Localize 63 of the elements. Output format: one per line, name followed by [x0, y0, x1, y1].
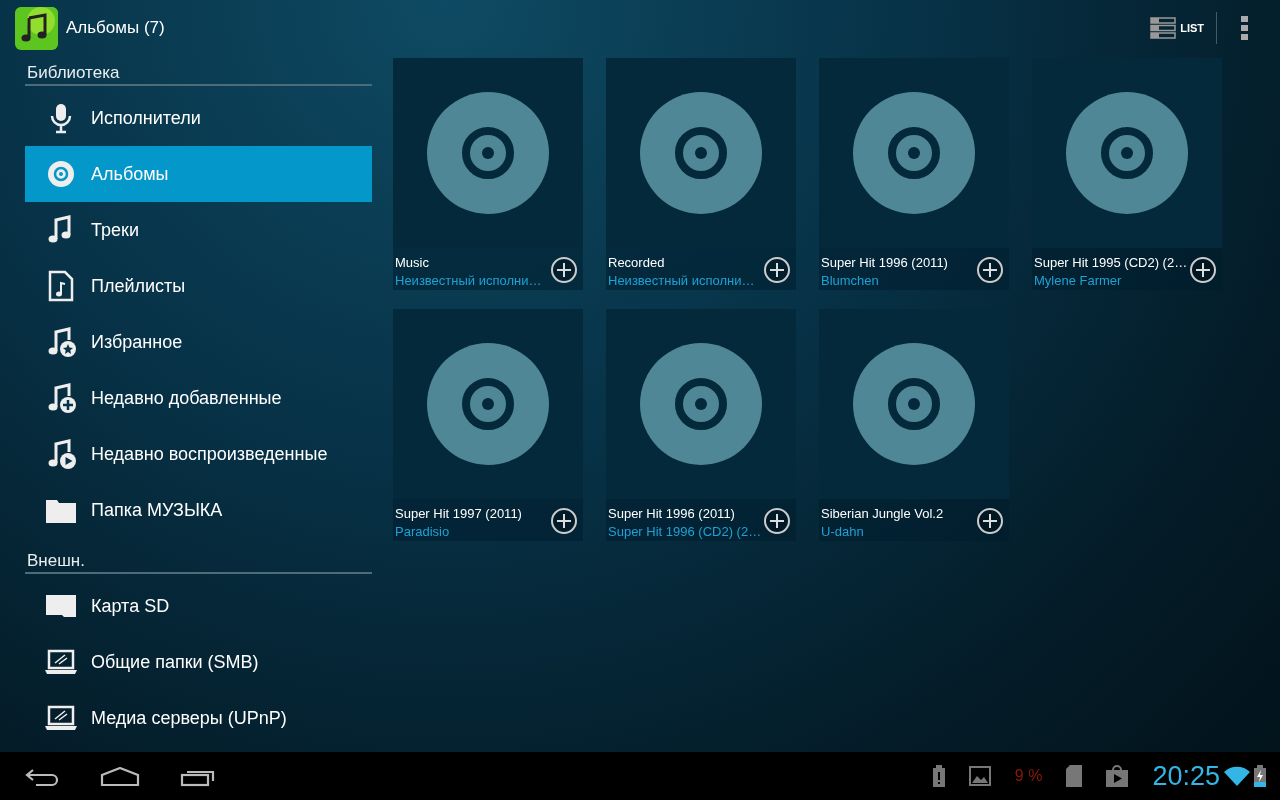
list-icon: [1150, 17, 1177, 39]
sidebar-item[interactable]: Исполнители: [25, 90, 372, 146]
screen-title: Альбомы (7): [66, 17, 165, 40]
sidebar-item[interactable]: Избранное: [25, 314, 372, 370]
disc-icon: [852, 91, 976, 215]
sidebar-item[interactable]: Медиа серверы (UPnP): [25, 690, 372, 746]
album-tile[interactable]: Super Hit 1996 (2011) Super Hit 1996 (CD2) (2…: [606, 309, 796, 541]
album-title: Super Hit 1996 (2011): [608, 505, 735, 523]
disc-icon: [1065, 91, 1189, 215]
album-tile[interactable]: Super Hit 1995 (CD2) (2… Mylene Farmer: [1032, 58, 1222, 290]
home-icon: [100, 766, 140, 787]
disc-icon: [852, 342, 976, 466]
disc-icon: [45, 158, 77, 190]
app-icon[interactable]: [15, 6, 58, 50]
sidebar-item[interactable]: Папка МУЗЫКА: [25, 482, 372, 538]
album-tile[interactable]: Music Неизвестный исполни…: [393, 58, 583, 290]
album-tile[interactable]: Super Hit 1997 (2011) Paradisio: [393, 309, 583, 541]
album-tile[interactable]: Siberian Jungle Vol.2 U-dahn: [819, 309, 1009, 541]
sidebar-item[interactable]: Общие папки (SMB): [25, 634, 372, 690]
play-store-icon[interactable]: [1106, 765, 1129, 787]
album-tile[interactable]: Super Hit 1996 (2011) Blumchen: [819, 58, 1009, 290]
disc-icon: [426, 342, 550, 466]
album-title: Super Hit 1996 (2011): [821, 254, 948, 272]
clock-time: 20:25: [1152, 759, 1220, 793]
wifi-icon[interactable]: [1224, 766, 1250, 786]
album-artist: Mylene Farmer: [1034, 272, 1122, 290]
add-button[interactable]: [551, 257, 577, 283]
battery-charging-icon[interactable]: [1254, 765, 1266, 787]
album-artist: Неизвестный исполни…: [608, 272, 755, 290]
album-title: Super Hit 1997 (2011): [395, 505, 522, 523]
disc-icon: [639, 91, 763, 215]
disc-icon: [426, 91, 550, 215]
section-header: Внешн.: [25, 544, 372, 574]
list-view-label: LIST: [1180, 20, 1204, 36]
disc-icon: [639, 342, 763, 466]
image-icon[interactable]: [968, 766, 991, 786]
sidebar-item[interactable]: Недавно добавленные: [25, 370, 372, 426]
add-button[interactable]: [1190, 257, 1216, 283]
add-button[interactable]: [977, 257, 1003, 283]
sidebar-item[interactable]: Карта SD: [25, 578, 372, 634]
sidebar-item[interactable]: Плейлисты: [25, 258, 372, 314]
album-title: Siberian Jungle Vol.2: [821, 505, 944, 523]
add-button[interactable]: [977, 508, 1003, 534]
add-button[interactable]: [764, 508, 790, 534]
sidebar-item[interactable]: Недавно воспроизведенные: [25, 426, 372, 482]
list-view-button[interactable]: LIST: [1150, 12, 1217, 44]
battery-alert-icon[interactable]: [932, 765, 945, 787]
back-icon: [24, 766, 60, 787]
album-title: Recorded: [608, 254, 665, 272]
album-artist: U-dahn: [821, 523, 864, 541]
section-header: Библиотека: [25, 56, 372, 86]
album-artist: Blumchen: [821, 272, 879, 290]
album-artist: Неизвестный исполни…: [395, 272, 542, 290]
add-button[interactable]: [764, 257, 790, 283]
album-tile[interactable]: Recorded Неизвестный исполни…: [606, 58, 796, 290]
album-artist: Paradisio: [395, 523, 450, 541]
album-title: Music: [395, 254, 429, 272]
sd-card-icon[interactable]: [1066, 765, 1083, 787]
battery-percent: 9 %: [1014, 766, 1043, 786]
album-artist: Super Hit 1996 (CD2) (2…: [608, 523, 762, 541]
album-title: Super Hit 1995 (CD2) (2…: [1034, 254, 1188, 272]
sidebar-item[interactable]: Треки: [25, 202, 372, 258]
add-button[interactable]: [551, 508, 577, 534]
